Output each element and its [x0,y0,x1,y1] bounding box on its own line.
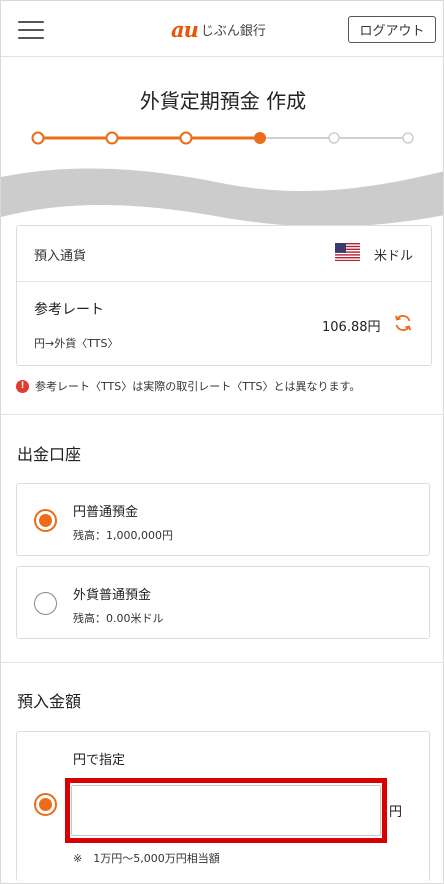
page-title: 外貨定期預金 作成 [139,89,307,113]
withdrawal-option-yen[interactable]: 円普通預金 残高：1,000,000円 [16,483,430,556]
option-balance: 残高：0.00米ドル [73,612,164,625]
progress-step-4-current [254,132,266,144]
menu-icon[interactable] [18,19,44,41]
bank-logo[interactable]: au じぶん銀行 [171,16,266,42]
radio-foreign[interactable] [34,592,57,615]
logo-brand: au [171,16,199,42]
option-name: 外貨普通預金 [73,588,152,603]
amount-mode-label: 円で指定 [73,753,126,768]
reference-rate-type: 円→外貨〈TTS〉 [34,337,119,350]
app-frame: au じぶん銀行 ログアウト 外貨定期預金 作成 預入通貨 米ドル 参考レート … [0,0,444,884]
progress-step-3 [179,131,193,145]
us-flag-icon [335,243,360,261]
reference-rate-label: 参考レート [34,302,104,318]
logout-button[interactable]: ログアウト [348,16,436,43]
progress-step-2 [105,131,119,145]
amount-input[interactable] [71,785,381,836]
currency-rate-card: 預入通貨 米ドル 参考レート 円→外貨〈TTS〉 106.88円 [16,225,432,366]
amount-range-note: ※ 1万円〜5,000万円相当額 [73,852,220,865]
deposit-currency-row: 預入通貨 米ドル [17,226,431,282]
progress-step-6 [402,132,414,144]
refresh-icon[interactable] [393,313,413,333]
logo-bank-name: じぶん銀行 [200,23,266,39]
withdrawal-section-title: 出金口座 [17,445,82,464]
alert-icon: ! [16,379,29,393]
progress-step-5 [328,132,340,144]
rate-notice: ! 参考レート〈TTS〉は実際の取引レート〈TTS〉とは異なります。 [16,377,436,395]
section-divider [1,414,443,415]
withdrawal-option-foreign[interactable]: 外貨普通預金 残高：0.00米ドル [16,566,430,639]
radio-yen-selected[interactable] [34,509,57,532]
decorative-wave [1,168,443,227]
option-balance: 残高：1,000,000円 [73,529,173,542]
amount-unit: 円 [389,805,403,820]
reference-rate-value: 106.88円 [322,320,381,335]
option-name: 円普通預金 [73,505,139,520]
progress-step-1 [31,131,45,145]
section-divider [1,662,443,663]
deposit-currency-value: 米ドル [374,249,414,264]
radio-amount-yen-selected[interactable] [34,793,57,816]
amount-section-title: 預入金額 [17,692,82,711]
rate-notice-text: 参考レート〈TTS〉は実際の取引レート〈TTS〉とは異なります。 [35,380,361,393]
app-header: au じぶん銀行 ログアウト [1,1,443,57]
deposit-currency-label: 預入通貨 [34,249,87,264]
